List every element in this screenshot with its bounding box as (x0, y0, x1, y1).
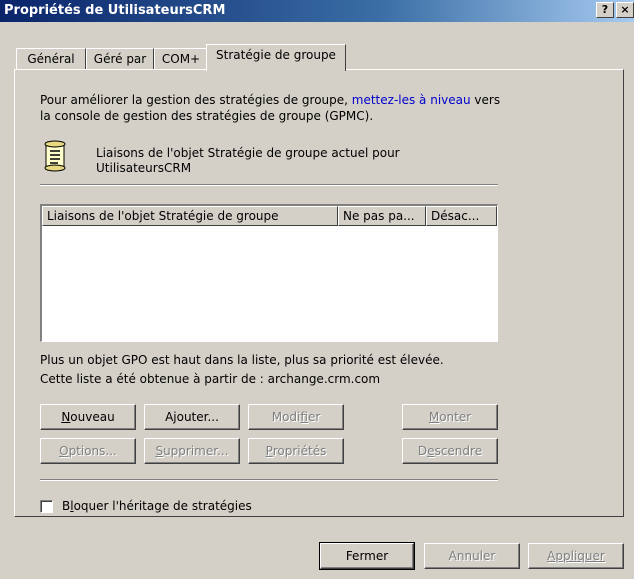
column-header-no-override[interactable]: Ne pas pa... (338, 206, 426, 226)
move-up-label: onter (439, 410, 472, 424)
gpo-links-list[interactable]: Liaisons de l'objet Stratégie de groupe … (40, 204, 498, 342)
column-header-disabled[interactable]: Désac... (426, 206, 497, 226)
move-down-button[interactable]: Descendre (402, 438, 498, 464)
column-header-links[interactable]: Liaisons de l'objet Stratégie de groupe (42, 206, 338, 226)
block-inheritance-checkbox[interactable] (40, 500, 53, 513)
modify-button-label-a: Modi (271, 410, 301, 424)
apply-button[interactable]: Appliquer (528, 543, 624, 569)
info-line-1: Pour améliorer la gestion des stratégies… (40, 92, 500, 108)
close-button[interactable]: × (616, 2, 634, 18)
delete-mnemonic: S (155, 444, 164, 458)
properties-label: ropriétés (272, 444, 327, 458)
current-links-line-2: UtilisateursCRM (96, 161, 192, 175)
add-button[interactable]: Ajouter... (144, 404, 240, 430)
move-down-mnemonic: e (427, 444, 435, 458)
move-up-button[interactable]: Monter (402, 404, 498, 430)
cancel-button[interactable]: Annuler (424, 543, 520, 569)
scroll-icon (40, 140, 70, 174)
title-bar[interactable]: Propriétés de UtilisateursCRM ? × (0, 0, 634, 22)
properties-mnemonic: P (265, 444, 273, 458)
info-text-suffix: vers (470, 93, 501, 107)
current-links-line-1: Liaisons de l'objet Stratégie de groupe … (96, 146, 400, 160)
window-title: Propriétés de UtilisateursCRM (4, 3, 226, 18)
new-button[interactable]: Nouveau (40, 404, 136, 430)
delete-button[interactable]: Supprimer... (144, 438, 240, 464)
info-text-prefix: Pour améliorer la gestion des stratégies… (40, 93, 352, 107)
properties-button[interactable]: Propriétés (248, 438, 344, 464)
source-note: Cette liste a été obtenue à partir de : … (40, 372, 381, 386)
tab-com-plus[interactable]: COM+ (154, 48, 208, 70)
tab-general[interactable]: Général (16, 48, 86, 70)
block-inheritance-label[interactable]: Bloquer l'héritage de stratégies (62, 498, 252, 514)
move-down-label-a: D (417, 444, 428, 458)
separator (40, 479, 498, 481)
separator (40, 184, 498, 186)
help-button[interactable]: ? (596, 2, 614, 18)
new-button-mnemonic: N (61, 410, 71, 424)
apply-label: ppliquer (555, 549, 605, 563)
move-up-mnemonic: M (428, 410, 440, 424)
tab-managed-by[interactable]: Géré par (86, 48, 154, 70)
modify-button-mnemonic: f (300, 410, 308, 424)
options-label: ptions... (68, 444, 117, 458)
options-button[interactable]: Options... (40, 438, 136, 464)
info-line-2: la console de gestion des stratégies de … (40, 109, 374, 123)
priority-note: Plus un objet GPO est haut dans la liste… (40, 353, 444, 367)
modify-button-label-b: ier (307, 410, 321, 424)
delete-label: upprimer... (163, 444, 229, 458)
upgrade-link[interactable]: mettez-les à niveau (352, 93, 471, 107)
new-button-label: ouveau (70, 410, 115, 424)
move-down-label-b: scendre (434, 444, 483, 458)
close-dialog-button[interactable]: Fermer (319, 542, 415, 570)
modify-button[interactable]: Modifier (248, 404, 344, 430)
block-inheritance-label-b: oquer l'héritage de stratégies (73, 499, 252, 513)
options-mnemonic: O (59, 444, 69, 458)
tab-group-policy[interactable]: Stratégie de groupe (206, 44, 346, 71)
block-inheritance-label-a: B (62, 499, 71, 513)
